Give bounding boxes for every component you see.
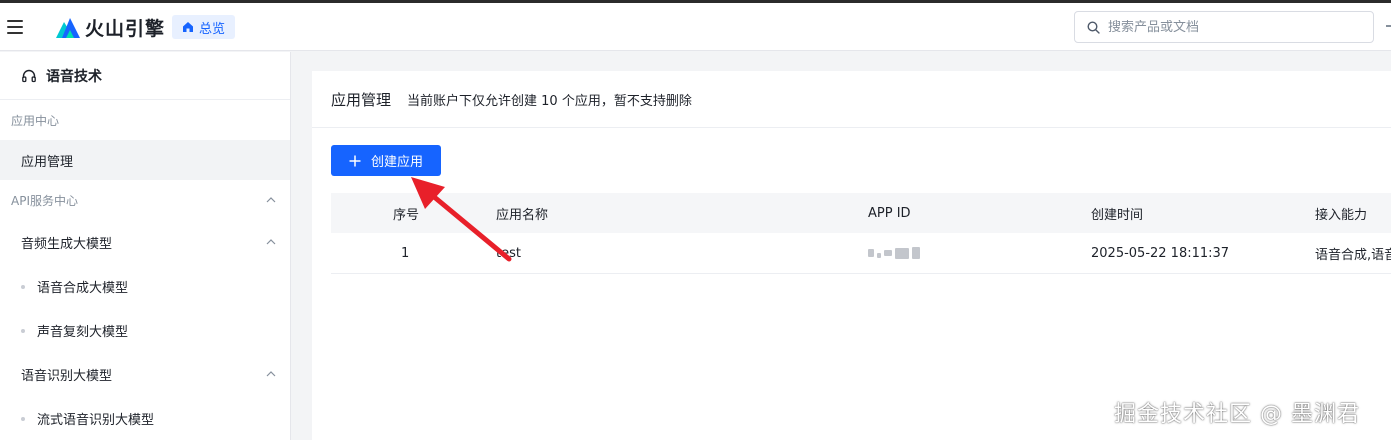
search-icon <box>1087 20 1100 34</box>
volcano-logo-icon <box>56 18 80 38</box>
chevron-up-icon[interactable] <box>266 239 276 245</box>
page-subtitle: 当前账户下仅允许创建 10 个应用，暂不支持删除 <box>407 93 692 109</box>
chevron-up-icon[interactable] <box>266 197 276 203</box>
annotation-arrow-icon <box>411 177 512 262</box>
bullet-dot <box>21 417 25 421</box>
logo-text: 火山引擎 <box>85 17 166 40</box>
sidebar-group-app-center: 应用中心 <box>0 100 290 140</box>
overview-tab-label: 总览 <box>199 21 226 37</box>
sidebar-group-label: 应用中心 <box>11 113 60 128</box>
overview-tab[interactable]: 总览 <box>172 15 236 39</box>
cell-app-id-redacted <box>868 233 920 273</box>
sidebar-item-tts[interactable]: 语音合成大模型 <box>0 264 290 308</box>
watermark: 掘金技术社区 @ 墨渊君 <box>1114 402 1360 427</box>
hamburger-icon[interactable] <box>7 20 23 34</box>
sidebar-item-voice-clone[interactable]: 声音复刻大模型 <box>0 308 290 352</box>
top-navbar: 火山引擎 总览 <box>0 3 1391 51</box>
bullet-dot <box>21 285 25 289</box>
sidebar-group-api-center[interactable]: API服务中心 <box>0 180 290 220</box>
bullet-dot <box>21 329 25 333</box>
sidebar-submenu-audio-gen[interactable]: 音频生成大模型 <box>0 220 290 264</box>
card-header: 应用管理 当前账户下仅允许创建 10 个应用，暂不支持删除 <box>312 71 1391 128</box>
sidebar-product-title: 语音技术 <box>0 52 290 100</box>
sidebar-item-label: 流式语音识别大模型 <box>37 412 155 428</box>
sidebar-item-app-manage[interactable]: 应用管理 <box>0 140 290 180</box>
sidebar-item-stream-asr[interactable]: 流式语音识别大模型 <box>0 396 290 440</box>
sidebar-submenu-label: 音频生成大模型 <box>21 236 113 252</box>
sidebar-submenu-label: 语音识别大模型 <box>21 368 113 384</box>
sidebar-item-label: 声音复刻大模型 <box>37 324 129 340</box>
column-header-app-id: APP ID <box>868 205 911 221</box>
create-app-button-label: 创建应用 <box>370 155 423 170</box>
headset-icon <box>22 69 36 82</box>
plus-icon <box>349 155 361 166</box>
page-title: 应用管理 <box>331 90 392 109</box>
chevron-up-icon[interactable] <box>266 371 276 377</box>
sidebar-submenu-asr[interactable]: 语音识别大模型 <box>0 352 290 396</box>
cell-ability: 语音合成,语音 <box>1315 247 1391 263</box>
create-app-button[interactable]: 创建应用 <box>331 145 441 176</box>
sidebar-group-label: API服务中心 <box>11 193 78 208</box>
redacted-app-id <box>868 247 920 259</box>
home-icon <box>183 22 193 32</box>
sidebar-item-label: 语音合成大模型 <box>37 280 129 296</box>
search-input[interactable] <box>1108 19 1348 35</box>
logo[interactable]: 火山引擎 <box>56 14 165 40</box>
column-header-ability: 接入能力 <box>1315 207 1368 223</box>
more-icon[interactable] <box>1386 25 1391 27</box>
sidebar: 语音技术 应用中心 应用管理 API服务中心 音频生成大模型 语音合成大模型 声… <box>0 52 291 440</box>
search-box[interactable] <box>1074 11 1374 43</box>
column-header-created: 创建时间 <box>1091 207 1144 223</box>
sidebar-product-label: 语音技术 <box>46 68 102 85</box>
cell-created-time: 2025-05-22 18:11:37 <box>1091 245 1230 261</box>
sidebar-item-label: 应用管理 <box>21 154 74 170</box>
